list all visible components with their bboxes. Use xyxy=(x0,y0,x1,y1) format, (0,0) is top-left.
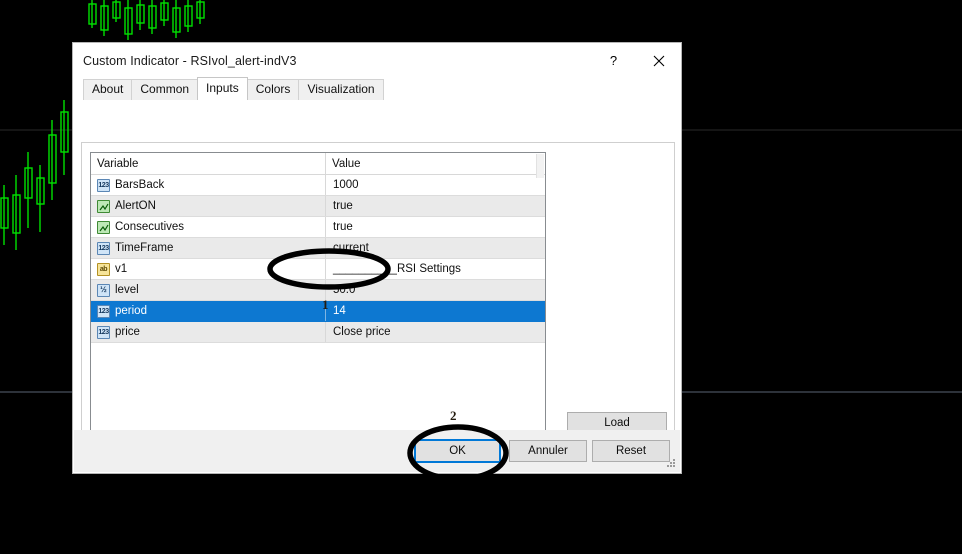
close-icon[interactable] xyxy=(636,43,681,78)
tab-common[interactable]: Common xyxy=(131,79,199,100)
int-type-icon: 123 xyxy=(97,325,110,339)
row-variable-label: period xyxy=(115,305,147,317)
table-row[interactable]: ab v1 __________RSI Settings xyxy=(91,258,545,280)
custom-indicator-dialog: Custom Indicator - RSIvol_alert-indV3 ? … xyxy=(72,42,682,474)
dialog-footer xyxy=(74,430,680,472)
int-type-icon: 123 xyxy=(97,304,110,318)
annotation-label-2: 2 xyxy=(450,408,457,423)
tab-bar: About Common Inputs Colors Visualization xyxy=(73,77,681,100)
dialog-titlebar: Custom Indicator - RSIvol_alert-indV3 ? xyxy=(73,43,681,78)
string-type-icon: ab xyxy=(97,262,110,276)
row-variable-label: BarsBack xyxy=(115,179,165,191)
inputs-tab-panel: Variable Value 123 BarsBack 1000 AlertON xyxy=(81,142,675,471)
row-variable-label: TimeFrame xyxy=(115,242,174,254)
grid-scrollbar[interactable] xyxy=(536,154,544,178)
dialog-title: Custom Indicator - RSIvol_alert-indV3 xyxy=(83,53,297,68)
table-row-selected[interactable]: 123 period 14 xyxy=(91,300,545,322)
row-variable-label: level xyxy=(115,284,139,296)
parameters-grid[interactable]: Variable Value 123 BarsBack 1000 AlertON xyxy=(90,152,546,452)
table-row[interactable]: 123 BarsBack 1000 xyxy=(91,174,545,196)
column-header-value: Value xyxy=(325,153,545,175)
tab-colors[interactable]: Colors xyxy=(246,79,300,100)
cancel-button[interactable]: Annuler xyxy=(509,440,587,462)
int-type-icon: 123 xyxy=(97,178,110,192)
table-row[interactable]: Consecutives true xyxy=(91,216,545,238)
table-row[interactable]: 123 TimeFrame current xyxy=(91,237,545,259)
table-row[interactable]: 123 price Close price xyxy=(91,321,545,343)
int-type-icon: 123 xyxy=(97,241,110,255)
row-variable-label: price xyxy=(115,326,140,338)
tab-inputs[interactable]: Inputs xyxy=(197,77,248,100)
column-header-variable: Variable xyxy=(91,153,326,175)
tab-about[interactable]: About xyxy=(83,79,133,100)
bool-type-icon xyxy=(97,199,110,213)
help-icon[interactable]: ? xyxy=(591,43,636,78)
reset-button[interactable]: Reset xyxy=(592,440,670,462)
row-value-cell[interactable]: true xyxy=(325,195,545,217)
row-value-cell[interactable]: __________RSI Settings xyxy=(325,258,545,280)
bool-type-icon xyxy=(97,220,110,234)
table-header-row: Variable Value xyxy=(91,153,545,175)
row-value-cell[interactable]: true xyxy=(325,216,545,238)
row-value-cell[interactable]: current xyxy=(325,237,545,259)
period-value-cell[interactable]: 14 xyxy=(325,300,545,322)
row-variable-label: v1 xyxy=(115,263,128,275)
annotation-label-1: 1 xyxy=(322,297,329,312)
tab-visualization[interactable]: Visualization xyxy=(298,79,384,100)
row-value-cell[interactable]: 50.0 xyxy=(325,279,545,301)
row-variable-label: AlertON xyxy=(115,200,156,212)
row-value-cell[interactable]: Close price xyxy=(325,321,545,343)
double-type-icon: ½ xyxy=(97,283,110,297)
table-row[interactable]: AlertON true xyxy=(91,195,545,217)
row-value-cell[interactable]: 1000 xyxy=(325,174,545,196)
table-row[interactable]: ½ level 50.0 xyxy=(91,279,545,301)
ok-button[interactable]: OK xyxy=(414,439,501,463)
row-variable-label: Consecutives xyxy=(115,221,185,233)
